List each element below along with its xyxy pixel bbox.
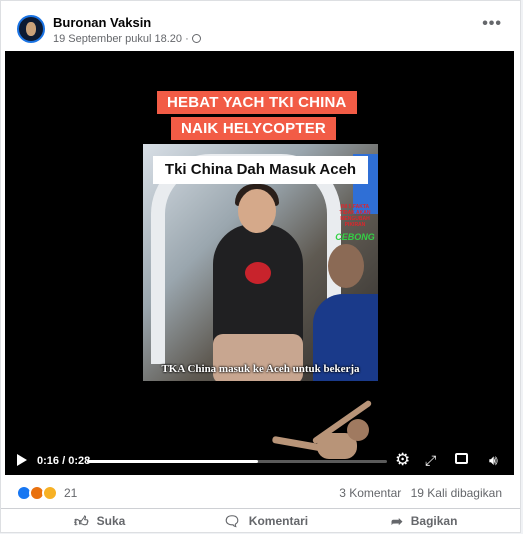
reactions-bar: 21 3 Komentar 19 Kali dibagikan [1,475,520,509]
video-subtitle: TKA China masuk ke Aceh untuk bekerja [161,363,360,375]
pip-icon[interactable] [455,453,468,464]
post-header: Buronan Vaksin 19 September pukul 18.20 … [1,1,520,51]
progress-fill [87,460,259,463]
like-button[interactable]: 👍︎ Suka [74,513,125,530]
engagement-stats: 3 Komentar 19 Kali dibagikan [333,486,502,500]
post-meta: 19 September pukul 18.20 · [53,33,201,45]
video-player[interactable]: HEBAT YACH TKI CHINA NAIK HELYCOPTER Tki… [5,51,514,475]
globe-icon [191,34,201,43]
video-time: 0:16 / 0:28 [37,455,91,467]
comment-count[interactable]: 3 Komentar [339,486,401,500]
video-stamp-brand: CEBONG [335,232,375,242]
video-inner-caption: Tki China Dah Masuk Aceh [153,156,368,184]
avatar[interactable] [17,15,45,43]
author-name[interactable]: Buronan Vaksin [53,15,151,30]
action-bar: 👍︎ Suka 🗨︎ Komentari ➦ Bagikan [1,509,520,534]
wow-icon[interactable] [42,485,58,501]
reaction-count[interactable]: 21 [64,486,77,500]
progress-bar[interactable] [87,460,387,463]
comment-icon: 🗨︎ [223,513,241,529]
comment-button[interactable]: 🗨︎ Komentari [223,513,308,530]
share-button[interactable]: ➦ Bagikan [391,513,457,530]
expand-icon[interactable]: ⤢ [425,452,436,468]
thumbs-up-icon: 👍︎ [74,513,89,529]
post-card: Buronan Vaksin 19 September pukul 18.20 … [0,0,521,533]
video-frame: Tki China Dah Masuk Aceh INI 5 FAKTA TID… [143,144,378,381]
volume-icon[interactable]: 🔊︎ [489,452,498,468]
video-stamp: INI 5 FAKTA TIDAK AKAN MENGUBAH PIKIRAN [339,204,371,228]
post-timestamp[interactable]: 19 September pukul 18.20 [53,33,182,45]
video-controls: 0:16 / 0:28 ⚙ ⤢ 🔊︎ [5,449,514,475]
share-icon: ➦ [391,513,403,529]
more-options-button[interactable]: ••• [482,15,502,33]
current-time: 0:16 [37,455,60,467]
video-banner-line2: NAIK HELYCOPTER [171,117,336,140]
gear-icon[interactable]: ⚙ [395,451,410,468]
share-count[interactable]: 19 Kali dibagikan [411,486,502,500]
play-icon[interactable] [17,454,27,466]
video-banner-line1: HEBAT YACH TKI CHINA [157,91,357,114]
